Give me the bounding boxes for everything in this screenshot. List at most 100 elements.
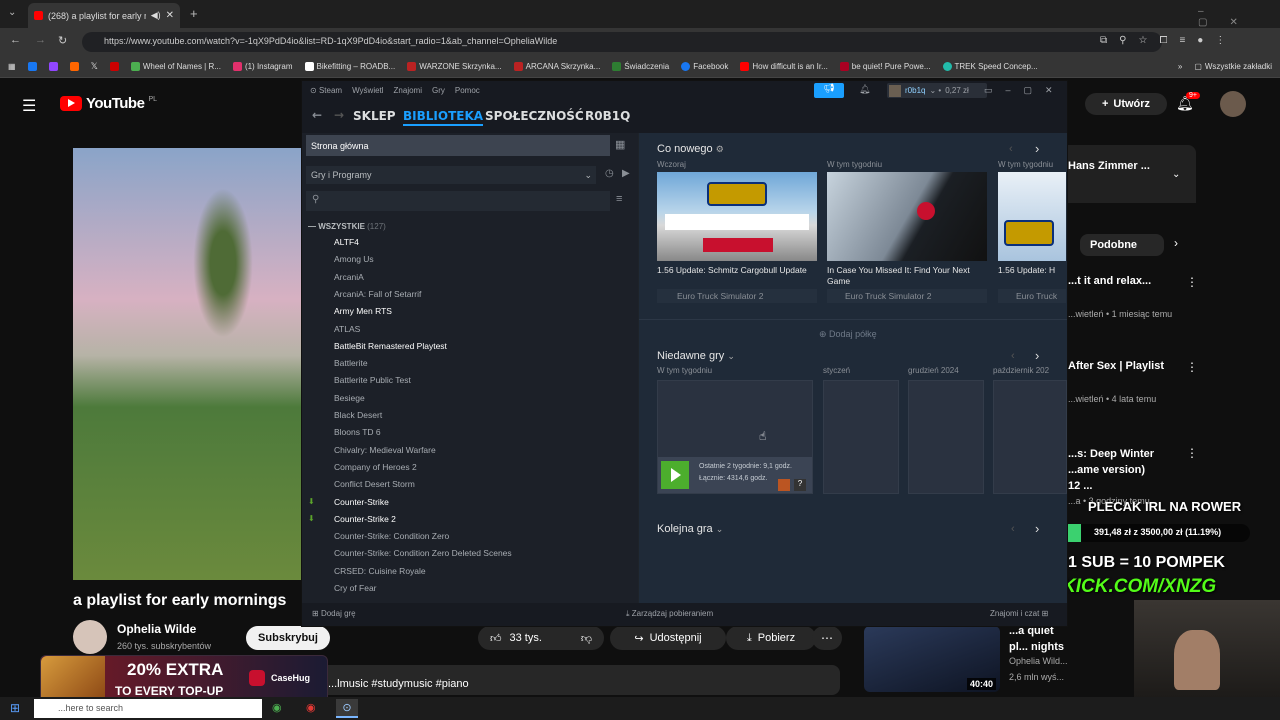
menu-icon[interactable]: ⋮ [1215,35,1225,46]
manage-downloads-button[interactable]: ⤓ Zarządzaj pobieraniem [626,609,713,619]
news-image-1[interactable] [657,172,817,261]
news-title-3[interactable]: 1.56 Update: H [998,265,1066,276]
bookmark-facebook[interactable] [27,62,37,71]
forward-icon[interactable]: → [35,34,46,46]
grid-view-icon[interactable]: ▦ [615,138,625,151]
dislike-icon[interactable]: 👎︎ [581,632,592,645]
share-button[interactable]: ↪ Udostępnij [610,626,726,650]
steam-forward-icon[interactable]: → [334,108,344,122]
friends-chat-button[interactable]: Znajomi i czat ⊞ [990,609,1048,618]
library-game-item[interactable]: Cry of Fear [334,583,377,593]
steam-taskbar-icon[interactable]: ⊙ [336,699,358,718]
extensions-icon[interactable]: ⧠ [1159,35,1167,46]
library-game-item[interactable]: ArcaniA: Fall of Setarrif [334,289,421,299]
url-field[interactable]: https://www.youtube.com/watch?v=-1qX9PdD… [82,32,1162,52]
steam-menu-steam[interactable]: ⊙ Steam [310,86,342,95]
news-prev-icon[interactable]: ‹ [1009,143,1013,155]
steam-back-icon[interactable]: ← [312,108,322,122]
bookmark-red[interactable] [109,62,119,71]
steam-menu-view[interactable]: Wyświetl [352,86,383,95]
close-tab-icon[interactable]: ✕ [166,10,174,21]
steam-menu-help[interactable]: Pomoc [455,86,480,95]
taskbar-search-input[interactable]: ...here to search [34,699,262,718]
bookmark-be-quiet[interactable]: be quiet! Pure Powe... [839,62,931,71]
recent-game-tile-3[interactable] [908,380,984,494]
next-game-header[interactable]: Kolejna gra ⌄ [657,523,723,535]
create-button[interactable]: + Utwórz [1085,93,1167,115]
library-game-item[interactable]: Counter-Strike: Condition Zero Deleted S… [334,548,512,558]
news-game-1[interactable]: Euro Truck Simulator 2 [657,289,817,303]
library-game-item[interactable]: Conflict Desert Storm [334,479,415,489]
library-game-item[interactable]: ATLAS [334,324,360,334]
play-filter-icon[interactable]: ▶ [622,168,630,179]
recent-game-tile-1[interactable]: Ostatnie 2 tygodnie: 9,1 godz. Łącznie: … [657,380,813,494]
news-game-2[interactable]: Euro Truck Simulator 2 [827,289,987,303]
like-icon[interactable]: 👍︎ [490,632,502,645]
side-video-title-1[interactable]: ...t it and relax... [1068,275,1151,287]
help-icon[interactable]: ? [794,479,806,491]
recent-clock-icon[interactable]: ◷ [605,168,614,179]
library-game-item[interactable]: Among Us [334,254,374,264]
add-shelf-button[interactable]: ⊕ Dodaj półkę [819,329,877,340]
chevron-right-icon[interactable]: › [1174,236,1178,250]
casehug-ad-banner[interactable]: 20% EXTRA TO EVERY TOP-UP CaseHug [40,655,328,704]
speaker-icon[interactable]: ◀) [151,10,161,21]
recent-next-icon[interactable]: › [1035,348,1039,363]
news-image-3[interactable] [998,172,1066,261]
news-next-icon[interactable]: › [1035,141,1039,156]
media-icon[interactable]: ≡ [1179,35,1185,46]
news-title-1[interactable]: 1.56 Update: Schmitz Cargobull Update [657,265,822,276]
library-game-item[interactable]: Army Men RTS [334,306,392,316]
youtube-logo[interactable]: YouTube PL [60,95,157,112]
library-game-item[interactable]: BattleBit Remastered Playtest [334,341,447,351]
steam-menu-games[interactable]: Gry [432,86,445,95]
nav-store[interactable]: SKLEP [353,109,396,123]
library-game-item[interactable]: Bloons TD 6 [334,427,381,437]
next-prev-icon[interactable]: ‹ [1011,523,1015,535]
bookmark-how-difficult[interactable]: How difficult is an Ir... [740,62,828,71]
app-taskbar-icon[interactable]: ◉ [306,701,316,714]
recent-game-tile-4[interactable] [993,380,1067,494]
description-box[interactable]: ...lmusic #studymusic #piano [300,665,840,695]
news-title-2[interactable]: In Case You Missed It: Find Your Next Ga… [827,265,992,287]
playlist-panel[interactable]: Hans Zimmer ... ⌄ [1060,145,1196,203]
bookmark-facebook-2[interactable]: Facebook [681,62,728,71]
side-more-icon-2[interactable]: ⋮ [1186,360,1198,374]
all-games-header[interactable]: — WSZYSTKIE (127) [308,222,386,231]
recommended-title[interactable]: ...a quiet pl... nights (re... [1009,623,1069,655]
home-button[interactable]: Strona główna [306,135,610,156]
cast-icon[interactable]: ⧉ [1100,35,1107,46]
library-game-item[interactable]: Counter-Strike 2 ⬇ [308,514,396,524]
tab-list-icon[interactable]: ⌄ [8,7,16,18]
like-count[interactable]: 33 tys. [510,632,542,644]
nav-profile[interactable]: R0B1Q [585,109,630,123]
nav-library[interactable]: BIBLIOTEKA [403,109,484,126]
add-game-button[interactable]: ⊞ Dodaj grę [312,609,356,618]
library-game-item[interactable]: Chivalry: Medieval Warfare [334,445,436,455]
account-avatar[interactable] [1220,91,1246,117]
announcement-icon[interactable]: 📢︎ [814,83,844,98]
bookmark-trek[interactable]: TREK Speed Concep... [942,62,1038,71]
chrome-taskbar-icon[interactable]: ◉ [272,701,282,714]
zoom-icon[interactable]: ⚲ [1119,35,1126,46]
steam-account-menu[interactable]: r0b1q ⌄ • 0,27 zł [887,83,987,98]
bookmark-swiadczenia[interactable]: Świadczenia [612,62,669,71]
back-icon[interactable]: ← [10,34,21,46]
side-more-icon-1[interactable]: ⋮ [1186,275,1198,289]
play-button[interactable] [661,461,689,489]
window-controls[interactable]: –▢✕ [1198,6,1280,28]
library-game-item[interactable]: Counter-Strike: Condition Zero [334,531,449,541]
side-more-icon-3[interactable]: ⋮ [1186,446,1198,460]
bookmark-bikefitting[interactable]: Bikefitting – ROADB... [304,62,395,71]
filter-dropdown[interactable]: Gry i Programy ⌄ [306,166,596,184]
recent-game-tile-2[interactable] [823,380,899,494]
nav-community[interactable]: SPOŁECZNOŚĆ [485,109,584,123]
bookmark-wheel-of-names[interactable]: Wheel of Names | R... [130,62,221,71]
bookmark-warzone[interactable]: WARZONE Skrzynka... [407,62,502,71]
channel-avatar[interactable] [73,620,107,654]
library-search-input[interactable]: ⚲ [306,191,610,211]
recommended-thumbnail[interactable]: 40:40 [864,626,1000,692]
library-game-item[interactable]: Black Desert [334,410,382,420]
apps-icon[interactable]: ▦ [8,62,16,71]
chevron-down-icon[interactable]: ⌄ [1172,169,1180,180]
